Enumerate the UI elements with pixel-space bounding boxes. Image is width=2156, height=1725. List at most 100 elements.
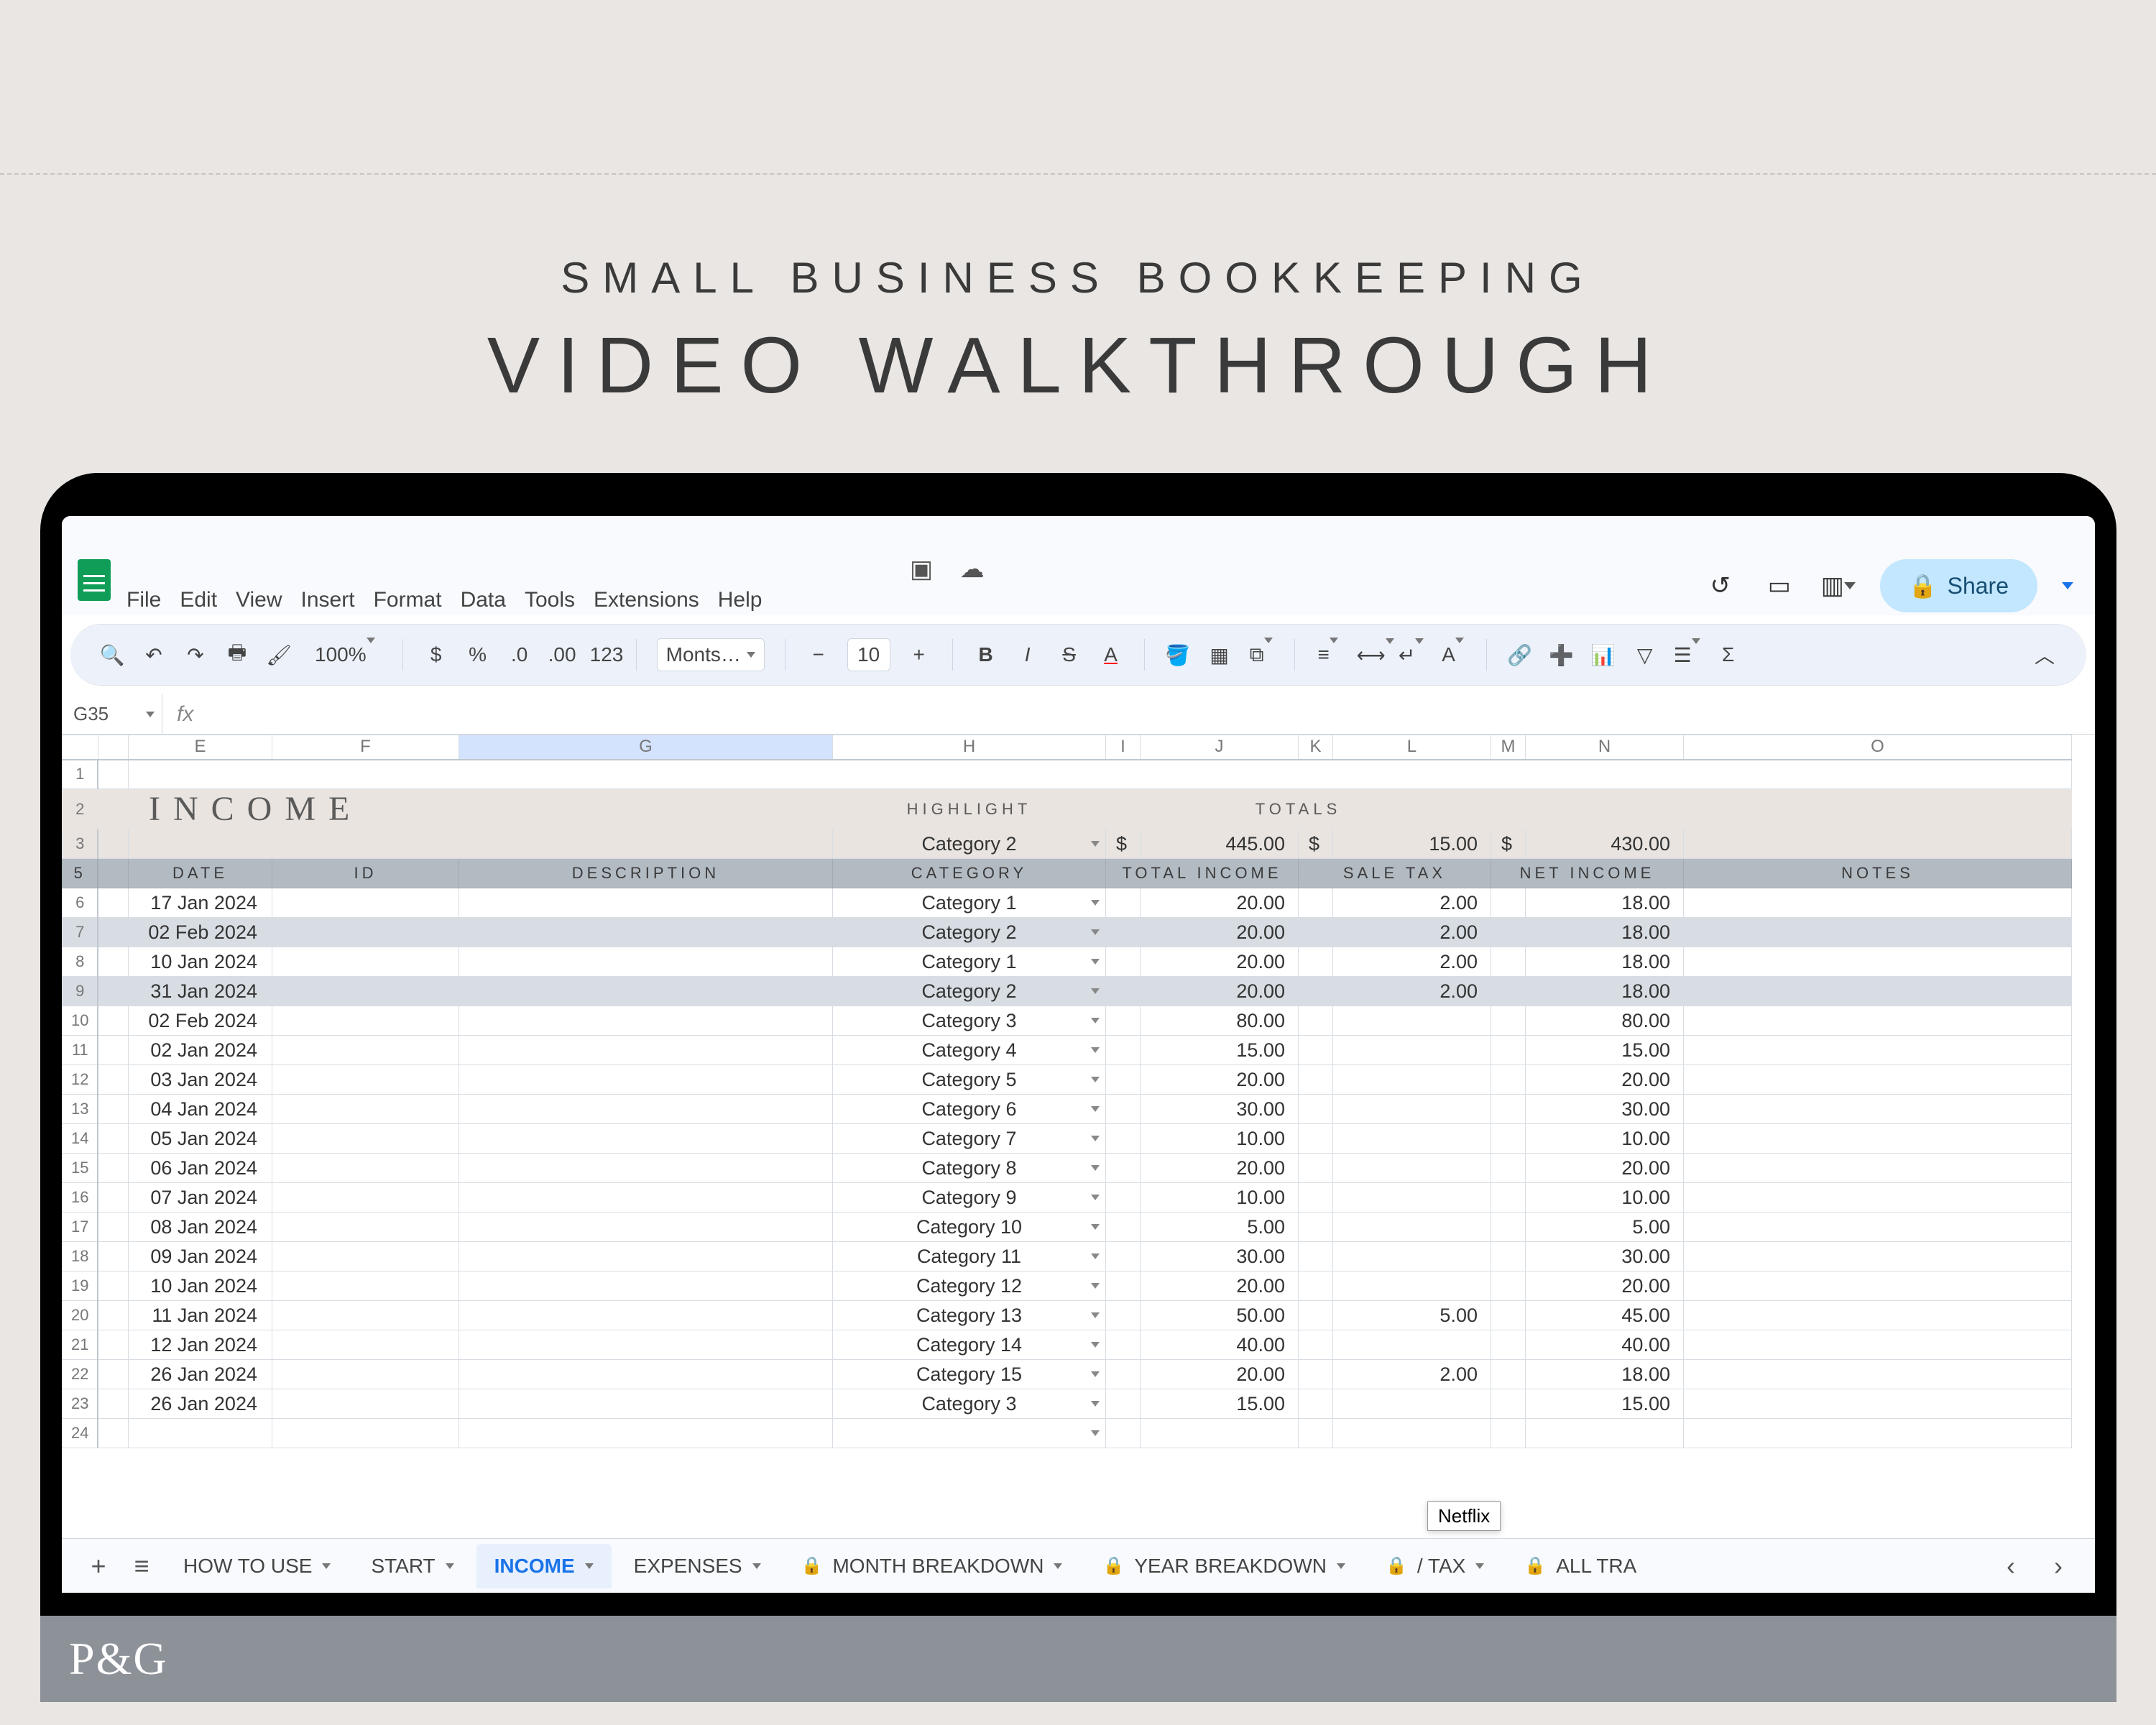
cell-date[interactable]: 26 Jan 2024: [128, 1360, 272, 1389]
row-number[interactable]: 14: [63, 1124, 98, 1154]
row-number[interactable]: 19: [63, 1271, 98, 1301]
cell-notes[interactable]: [1683, 1006, 2071, 1036]
cell-date[interactable]: 02 Feb 2024: [128, 1006, 272, 1036]
cell-sale-tax[interactable]: [1332, 1065, 1491, 1095]
cell-sale-tax[interactable]: [1332, 1419, 1491, 1448]
row-number[interactable]: 1: [63, 760, 98, 789]
rotate-icon[interactable]: A: [1440, 643, 1466, 666]
cell-total-income[interactable]: 15.00: [1140, 1389, 1298, 1419]
cell-sale-tax[interactable]: 2.00: [1332, 947, 1491, 977]
cell-description[interactable]: [459, 1036, 832, 1065]
cell-id[interactable]: [272, 1242, 459, 1271]
cell-id[interactable]: [272, 1065, 459, 1095]
col-header-K[interactable]: K: [1298, 735, 1332, 760]
cell-category-dropdown[interactable]: Category 1: [832, 947, 1105, 977]
paint-format-icon[interactable]: 🖌: [266, 643, 292, 667]
sheets-logo-icon[interactable]: [78, 559, 111, 601]
filter-icon[interactable]: ▽: [1632, 643, 1658, 667]
menu-tools[interactable]: Tools: [525, 588, 575, 612]
cell-total-income[interactable]: 20.00: [1140, 918, 1298, 947]
all-sheets-button[interactable]: ≡: [122, 1547, 161, 1586]
cell-date[interactable]: 04 Jan 2024: [128, 1095, 272, 1124]
add-sheet-button[interactable]: +: [79, 1547, 118, 1586]
cell-total-income[interactable]: 50.00: [1140, 1301, 1298, 1330]
cell-notes[interactable]: [1683, 918, 2071, 947]
col-header-G[interactable]: G: [459, 735, 832, 760]
row-number[interactable]: 17: [63, 1213, 98, 1242]
wrap-icon[interactable]: ↵: [1399, 643, 1424, 667]
cell-category-dropdown[interactable]: Category 9: [832, 1183, 1105, 1213]
cloud-saved-icon[interactable]: ☁: [960, 556, 985, 583]
cell-id[interactable]: [272, 1036, 459, 1065]
cell-category-dropdown[interactable]: Category 8: [832, 1154, 1105, 1183]
cell-id[interactable]: [272, 1389, 459, 1419]
functions-icon[interactable]: Σ: [1715, 643, 1741, 666]
col-header-M[interactable]: M: [1491, 735, 1525, 760]
print-icon[interactable]: 🖶: [224, 638, 250, 672]
cell-description[interactable]: [459, 1330, 832, 1360]
percent-icon[interactable]: %: [465, 643, 491, 666]
row-number[interactable]: 5: [63, 859, 98, 888]
cell-sale-tax[interactable]: [1332, 1330, 1491, 1360]
cell-sale-tax[interactable]: [1332, 1095, 1491, 1124]
cell-description[interactable]: [459, 1360, 832, 1389]
cell-net-income[interactable]: 18.00: [1525, 947, 1683, 977]
cell-date[interactable]: [128, 1419, 272, 1448]
cell-category-dropdown[interactable]: Category 14: [832, 1330, 1105, 1360]
cell-description[interactable]: [459, 888, 832, 918]
collapse-toolbar-icon[interactable]: ︿: [2032, 640, 2058, 669]
menu-extensions[interactable]: Extensions: [594, 588, 699, 612]
cell-description[interactable]: [459, 1183, 832, 1213]
link-icon[interactable]: 🔗: [1507, 643, 1533, 667]
tabs-scroll-left[interactable]: ‹: [1991, 1547, 2030, 1586]
cell-sale-tax[interactable]: [1332, 1154, 1491, 1183]
row-number[interactable]: 24: [63, 1419, 98, 1448]
cell-id[interactable]: [272, 1124, 459, 1154]
cell-category-dropdown[interactable]: Category 5: [832, 1065, 1105, 1095]
cell-net-income[interactable]: 15.00: [1525, 1389, 1683, 1419]
row-number[interactable]: 18: [63, 1242, 98, 1271]
row-number[interactable]: 11: [63, 1036, 98, 1065]
cell-net-income[interactable]: 20.00: [1525, 1065, 1683, 1095]
cell-net-income[interactable]: 30.00: [1525, 1242, 1683, 1271]
cell-total-income[interactable]: [1140, 1419, 1298, 1448]
tab--tax[interactable]: 🔒/ TAX: [1368, 1544, 1502, 1588]
cell-notes[interactable]: [1683, 1095, 2071, 1124]
cell-id[interactable]: [272, 1271, 459, 1301]
cell-date[interactable]: 31 Jan 2024: [128, 977, 272, 1006]
menu-data[interactable]: Data: [461, 588, 506, 612]
cell-id[interactable]: [272, 1095, 459, 1124]
cell-id[interactable]: [272, 1154, 459, 1183]
cell-sale-tax[interactable]: [1332, 1183, 1491, 1213]
row-number[interactable]: 6: [63, 888, 98, 918]
tabs-scroll-right[interactable]: ›: [2039, 1547, 2078, 1586]
bold-icon[interactable]: B: [973, 643, 999, 666]
cell-date[interactable]: 03 Jan 2024: [128, 1065, 272, 1095]
row-number[interactable]: 3: [63, 829, 98, 859]
increase-fontsize-icon[interactable]: +: [906, 643, 932, 666]
cell-description[interactable]: [459, 1271, 832, 1301]
cell-date[interactable]: 10 Jan 2024: [128, 947, 272, 977]
cell-category-dropdown[interactable]: Category 2: [832, 918, 1105, 947]
cell-total-income[interactable]: 20.00: [1140, 1154, 1298, 1183]
more-formats-icon[interactable]: 123: [590, 643, 616, 666]
cell-sale-tax[interactable]: [1332, 1271, 1491, 1301]
cell-id[interactable]: [272, 977, 459, 1006]
cell-description[interactable]: [459, 1124, 832, 1154]
row-number[interactable]: 2: [63, 789, 98, 829]
text-color-icon[interactable]: A: [1098, 643, 1124, 666]
cell-date[interactable]: 02 Jan 2024: [128, 1036, 272, 1065]
cell-net-income[interactable]: 15.00: [1525, 1036, 1683, 1065]
cell-id[interactable]: [272, 1006, 459, 1036]
cell-date[interactable]: 11 Jan 2024: [128, 1301, 272, 1330]
h-align-icon[interactable]: ≡: [1315, 643, 1341, 666]
undo-icon[interactable]: ↶: [141, 643, 167, 667]
borders-icon[interactable]: ▦: [1207, 643, 1233, 667]
cell-total-income[interactable]: 30.00: [1140, 1095, 1298, 1124]
cell-notes[interactable]: [1683, 977, 2071, 1006]
cell-total-income[interactable]: 20.00: [1140, 1360, 1298, 1389]
row-number[interactable]: 12: [63, 1065, 98, 1095]
cell-category-dropdown[interactable]: Category 3: [832, 1006, 1105, 1036]
col-header-N[interactable]: N: [1525, 735, 1683, 760]
search-icon[interactable]: 🔍: [99, 643, 125, 667]
